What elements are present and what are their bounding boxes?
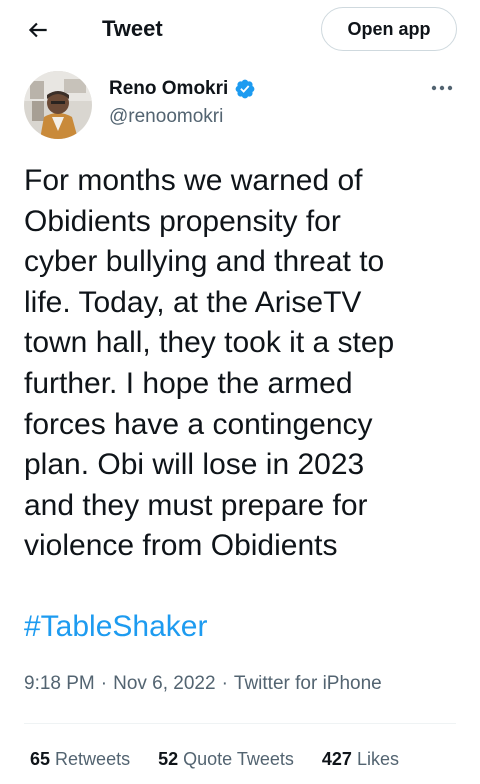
likes-count: 427: [321, 749, 352, 769]
retweets-count: 65: [30, 749, 51, 769]
tweet-source[interactable]: Twitter for iPhone: [234, 671, 382, 697]
tweet-stats: 65 Retweets 52 Quote Tweets 427 Likes: [30, 746, 427, 772]
verified-badge-icon: [234, 78, 256, 100]
open-app-button[interactable]: Open app: [321, 7, 457, 51]
author-name-row[interactable]: Reno Omokri: [109, 76, 256, 102]
author-name: Reno Omokri: [109, 78, 229, 99]
hashtag-link[interactable]: #TableShaker: [24, 607, 207, 647]
more-options-button[interactable]: [426, 78, 458, 98]
tweet-text: For months we warned of Obidients propen…: [24, 164, 395, 563]
tweet-date[interactable]: Nov 6, 2022: [113, 671, 215, 697]
more-horizontal-icon: [431, 85, 453, 91]
top-bar: Tweet Open app: [0, 0, 480, 58]
divider: [24, 723, 456, 724]
tweet-meta: 9:18 PM · Nov 6, 2022 · Twitter for iPho…: [24, 671, 382, 697]
retweets-label: Retweets: [55, 749, 131, 769]
page-title: Tweet: [102, 16, 163, 41]
meta-separator: ·: [100, 673, 108, 694]
author-handle[interactable]: @renoomokri: [109, 104, 223, 130]
meta-separator: ·: [221, 673, 228, 694]
likes-label: Likes: [356, 749, 399, 769]
tweet-time[interactable]: 9:18 PM: [24, 671, 95, 697]
quote-tweets-stat[interactable]: 52 Quote Tweets: [158, 746, 294, 772]
avatar[interactable]: [24, 71, 92, 139]
arrow-left-icon: [28, 22, 47, 38]
likes-stat[interactable]: 427 Likes: [322, 746, 399, 772]
retweets-stat[interactable]: 65 Retweets: [30, 746, 130, 772]
quote-tweets-label: Quote Tweets: [183, 749, 294, 769]
back-button[interactable]: [22, 14, 54, 46]
quote-tweets-count: 52: [158, 749, 179, 769]
profile-photo: [24, 71, 92, 139]
